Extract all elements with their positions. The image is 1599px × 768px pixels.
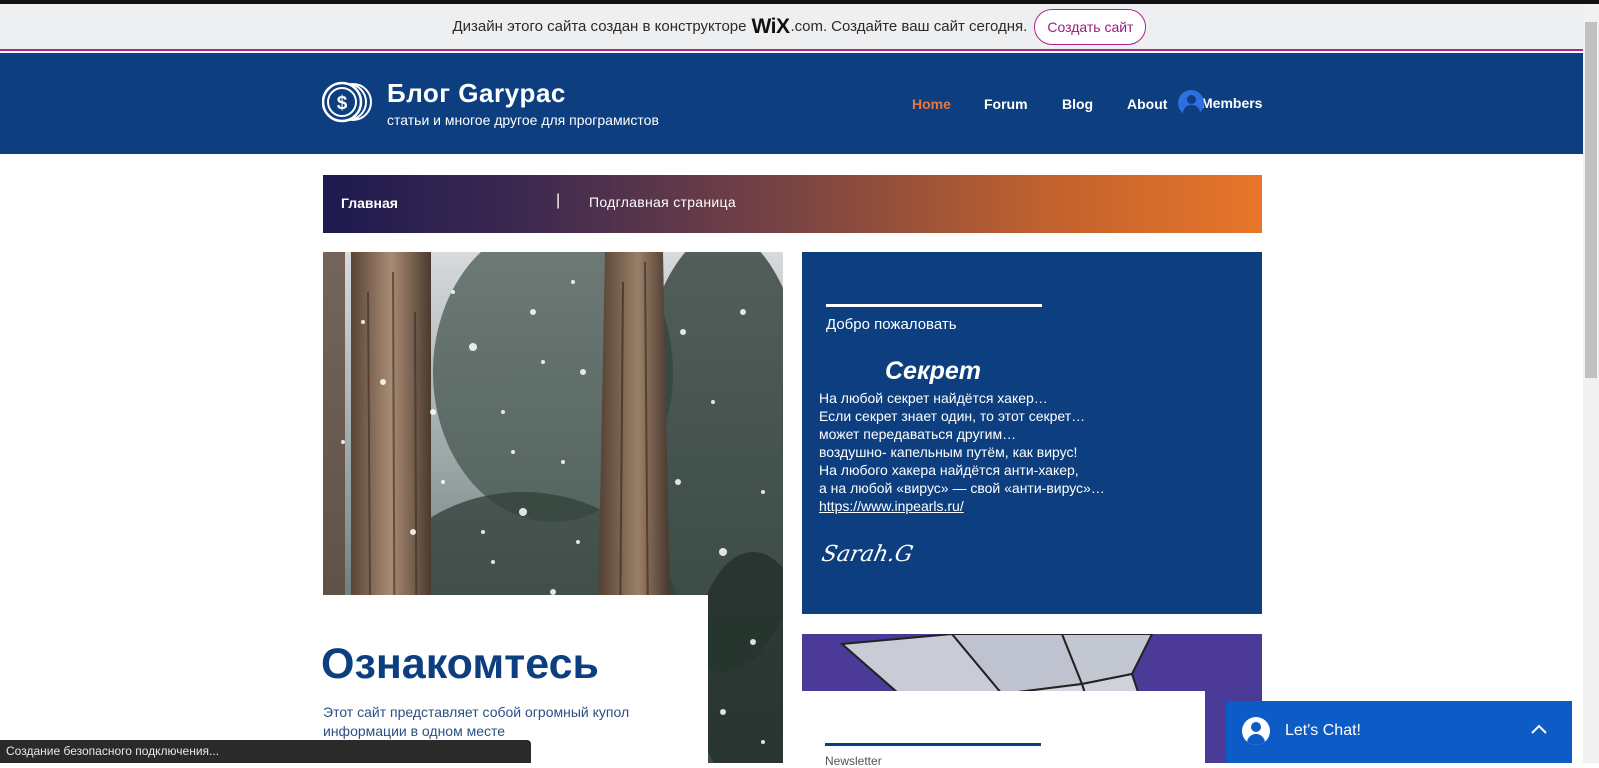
breadcrumb-main[interactable]: Главная bbox=[341, 195, 398, 211]
intro-title: Ознакомтесь bbox=[321, 640, 599, 688]
nav-blog[interactable]: Blog bbox=[1062, 96, 1093, 112]
intro-text: Этот сайт представляет собой огромный ку… bbox=[323, 704, 630, 739]
breadcrumb-sub[interactable]: Подглавная страница bbox=[589, 194, 736, 210]
poem-line: воздушно- капельным путём, как вирус! bbox=[819, 444, 1078, 460]
chevron-up-icon[interactable] bbox=[1528, 719, 1550, 741]
welcome-card: Добро пожаловать Секрет На любой секрет … bbox=[802, 252, 1262, 614]
nav-forum[interactable]: Forum bbox=[984, 96, 1028, 112]
site-title[interactable]: Блог Garypac bbox=[387, 78, 566, 109]
members-label: Members bbox=[1201, 95, 1263, 111]
avatar-icon bbox=[1178, 90, 1204, 116]
chat-label: Let's Chat! bbox=[1285, 722, 1361, 739]
inpearls-link[interactable]: https://www.inpearls.ru/ bbox=[819, 498, 964, 514]
poem-line: а на любой «вирус» — свой «анти-вирус»… bbox=[819, 480, 1105, 496]
chat-user-icon bbox=[1242, 717, 1270, 745]
browser-status-bar: Создание безопасного подключения... bbox=[0, 740, 531, 763]
poem-line: Если секрет знает один, то этот секрет… bbox=[819, 408, 1086, 424]
poem-line: может передаваться другим… bbox=[819, 426, 1017, 442]
poem-line: На любого хакера найдётся анти-хакер, bbox=[819, 462, 1079, 478]
signature: Sarah.G bbox=[819, 542, 916, 567]
card-welcome: Добро пожаловать bbox=[826, 316, 957, 333]
wix-dotcom: .com. bbox=[790, 18, 828, 35]
poem-line: На любой секрет найдётся хакер… bbox=[819, 390, 1048, 406]
create-site-button[interactable]: Создать сайт bbox=[1034, 8, 1147, 45]
site-header: $ Блог Garypac статьи и многое другое дл… bbox=[0, 53, 1583, 154]
site-subtitle: статьи и многое другое для програмистов bbox=[387, 112, 659, 128]
card-poem: На любой секрет найдётся хакер… Если сек… bbox=[819, 389, 1105, 497]
newsletter-title: Newsletter bbox=[825, 754, 882, 768]
wix-ad-text: Дизайн этого сайта создан в конструкторе bbox=[452, 18, 747, 35]
dollar-coins-icon[interactable]: $ bbox=[322, 79, 374, 125]
newsletter-panel: Newsletter bbox=[802, 691, 1205, 768]
nav-home[interactable]: Home bbox=[912, 96, 951, 112]
svg-text:$: $ bbox=[337, 93, 348, 114]
card-divider bbox=[826, 304, 1042, 307]
breadcrumb-separator: | bbox=[556, 192, 561, 209]
wix-logo: WiX bbox=[751, 14, 790, 38]
newsletter-divider bbox=[825, 743, 1041, 746]
nav-about[interactable]: About bbox=[1127, 96, 1167, 112]
chat-widget[interactable]: Let's Chat! bbox=[1226, 701, 1572, 763]
page-scrollbar[interactable] bbox=[1583, 4, 1599, 763]
card-title: Секрет bbox=[885, 357, 982, 385]
members-login[interactable]: Members bbox=[1178, 90, 1262, 116]
wix-ad-text-2: Создайте ваш сайт сегодня. bbox=[831, 18, 1028, 35]
wix-ad-banner: Дизайн этого сайта создан в конструкторе… bbox=[0, 4, 1599, 51]
breadcrumb-banner: Главная | Подглавная страница bbox=[323, 175, 1262, 233]
scrollbar-thumb[interactable] bbox=[1585, 22, 1597, 378]
